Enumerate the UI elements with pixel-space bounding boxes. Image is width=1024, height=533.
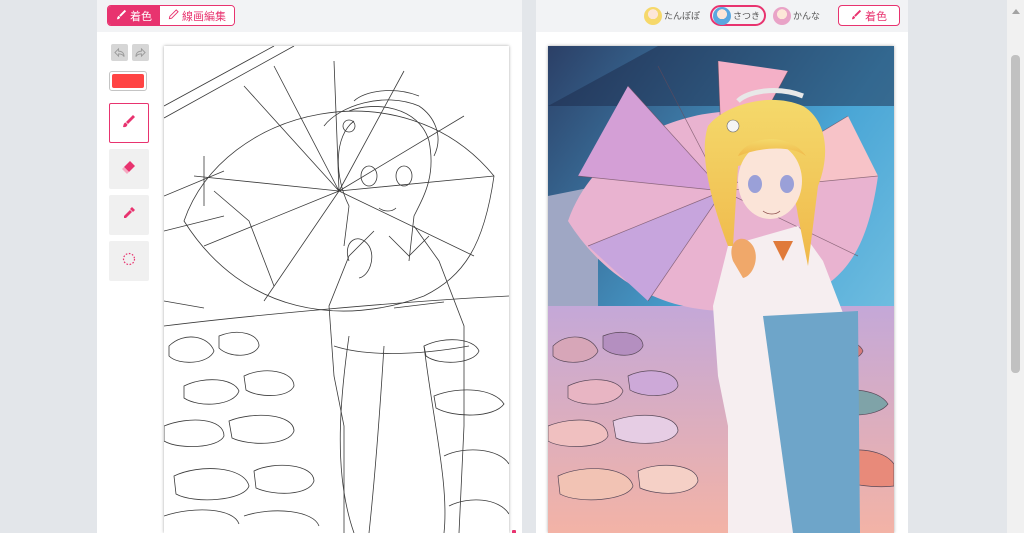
brush-icon bbox=[121, 113, 137, 133]
page-scrollbar[interactable] bbox=[1007, 0, 1024, 533]
result-workspace bbox=[536, 32, 908, 533]
colorize-button[interactable]: 着色 bbox=[838, 5, 900, 26]
style-option-satsuki[interactable]: さつき bbox=[709, 5, 766, 26]
lineart-canvas[interactable] bbox=[164, 46, 509, 533]
colorize-button-label: 着色 bbox=[865, 9, 887, 23]
eyedropper-tool-button[interactable] bbox=[109, 195, 149, 235]
style-option-label: さつき bbox=[732, 12, 760, 22]
current-color-swatch[interactable] bbox=[109, 71, 147, 91]
undo-button[interactable] bbox=[111, 44, 128, 61]
avatar bbox=[772, 6, 791, 25]
redo-icon bbox=[135, 43, 146, 62]
avatar bbox=[712, 6, 731, 25]
history-controls bbox=[111, 44, 151, 61]
dashed-circle-icon bbox=[121, 251, 137, 271]
fill-tool-button[interactable] bbox=[109, 241, 149, 281]
style-option-tanpopo[interactable]: たんぽぽ bbox=[641, 5, 706, 26]
style-option-kanna[interactable]: かんな bbox=[770, 5, 826, 26]
eraser-tool-button[interactable] bbox=[109, 149, 149, 189]
chevron-up-icon bbox=[1011, 0, 1020, 18]
avatar bbox=[643, 6, 662, 25]
colorized-image bbox=[548, 46, 894, 533]
tab-lineart-edit-label: 線画編集 bbox=[182, 9, 226, 23]
scroll-up-button[interactable] bbox=[1007, 0, 1024, 17]
brush-icon bbox=[116, 9, 127, 23]
tab-coloring-label: 着色 bbox=[130, 9, 152, 23]
lineart-panel: 着色 線画編集 bbox=[97, 0, 522, 533]
tab-lineart-edit[interactable]: 線画編集 bbox=[160, 6, 234, 25]
brush-tool-button[interactable] bbox=[109, 103, 149, 143]
tool-palette bbox=[109, 44, 151, 281]
brush-icon bbox=[851, 9, 862, 23]
style-selector: たんぽぽ さつき かんな 着色 bbox=[641, 5, 900, 26]
tab-coloring[interactable]: 着色 bbox=[108, 6, 160, 25]
style-option-label: かんな bbox=[792, 12, 820, 22]
style-option-label: たんぽぽ bbox=[663, 12, 700, 22]
undo-icon bbox=[114, 43, 125, 62]
current-color-fill bbox=[112, 74, 144, 88]
redo-button[interactable] bbox=[132, 44, 149, 61]
lineart-toolbar: 着色 線画編集 bbox=[97, 0, 522, 32]
result-panel: たんぽぽ さつき かんな 着色 bbox=[536, 0, 908, 533]
mode-switch: 着色 線画編集 bbox=[107, 5, 235, 26]
scrollbar-thumb[interactable] bbox=[1011, 55, 1020, 373]
lineart-workspace bbox=[97, 32, 522, 533]
pen-icon bbox=[168, 8, 179, 23]
eraser-icon bbox=[121, 159, 137, 179]
eyedropper-icon bbox=[121, 205, 137, 225]
